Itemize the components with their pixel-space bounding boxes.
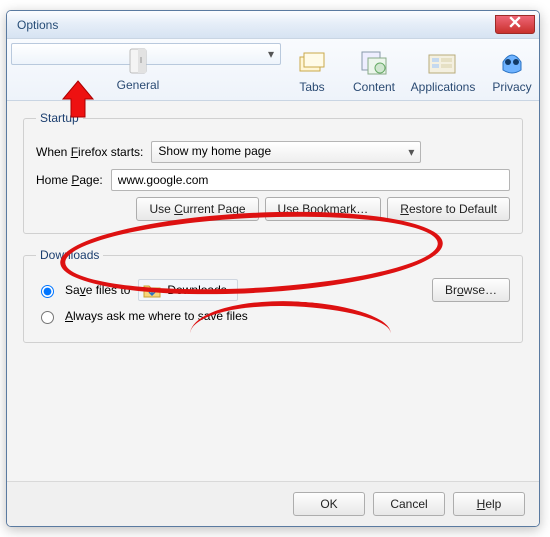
tab-label: Privacy — [484, 80, 540, 94]
downloads-group: Downloads Save files to Downloads Browse… — [23, 248, 523, 343]
save-files-label: Save files to — [65, 283, 130, 297]
window-title: Options — [17, 18, 495, 32]
tab-general[interactable]: General — [11, 43, 281, 65]
tab-tabs[interactable]: Tabs — [281, 43, 343, 100]
save-files-radio[interactable] — [41, 285, 54, 298]
help-button[interactable]: Help — [453, 492, 525, 516]
always-ask-radio[interactable] — [41, 311, 54, 324]
home-page-input[interactable] — [111, 169, 510, 191]
startup-legend: Startup — [36, 111, 83, 125]
browse-button[interactable]: Browse… — [432, 278, 510, 302]
tab-label: Content — [346, 80, 402, 94]
close-icon — [509, 16, 521, 28]
dialog-footer: OK Cancel Help — [7, 481, 539, 526]
tab-privacy[interactable]: Privacy — [481, 43, 540, 100]
cancel-button[interactable]: Cancel — [373, 492, 445, 516]
use-current-page-button[interactable]: Use Current Page — [136, 197, 258, 221]
always-ask-label: Always ask me where to save files — [65, 309, 248, 323]
tab-label: Applications — [408, 80, 478, 94]
ok-button[interactable]: OK — [293, 492, 365, 516]
use-bookmark-button[interactable]: Use Bookmark… — [265, 197, 382, 221]
privacy-icon — [484, 48, 540, 78]
folder-icon — [143, 282, 161, 298]
tab-applications[interactable]: Applications — [405, 43, 481, 100]
dialog-body: Startup When Firefox starts: Show my hom… — [7, 101, 539, 481]
downloads-legend: Downloads — [36, 248, 103, 262]
general-icon — [18, 46, 258, 76]
tab-label: General — [18, 78, 258, 92]
close-button[interactable] — [495, 15, 535, 34]
applications-icon — [408, 48, 478, 78]
when-firefox-starts-label: When Firefox starts: — [36, 145, 143, 159]
home-page-label: Home Page: — [36, 173, 103, 187]
options-dialog: Options General Tabs Content — [6, 10, 540, 527]
downloads-folder-picker[interactable]: Downloads — [138, 279, 237, 301]
tabs-icon — [284, 48, 340, 78]
select-value: Show my home page — [158, 144, 271, 158]
restore-default-button[interactable]: Restore to Default — [387, 197, 510, 221]
folder-name: Downloads — [167, 283, 226, 297]
content-icon — [346, 48, 402, 78]
titlebar: Options — [7, 11, 539, 39]
tab-content[interactable]: Content — [343, 43, 405, 100]
category-toolbar: General Tabs Content Applications Privac… — [7, 39, 539, 101]
tab-label: Tabs — [284, 80, 340, 94]
when-firefox-starts-select[interactable]: Show my home page — [151, 141, 421, 163]
startup-group: Startup When Firefox starts: Show my hom… — [23, 111, 523, 234]
